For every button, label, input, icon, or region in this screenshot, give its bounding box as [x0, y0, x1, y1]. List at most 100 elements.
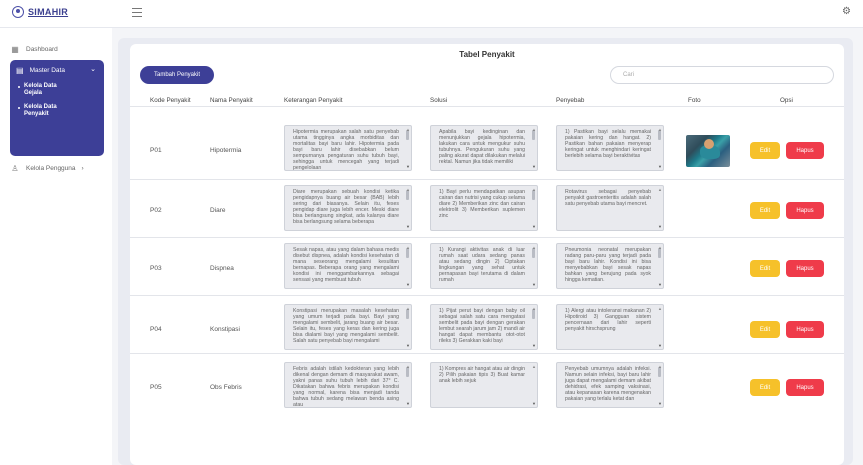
- edit-button[interactable]: Edit: [750, 321, 780, 338]
- main-content: Tabel Penyakit Tambah Penyakit Cari Kode…: [118, 38, 853, 465]
- scroll-down-icon[interactable]: ▼: [532, 164, 536, 170]
- solusi-textarea[interactable]: Apabila bayi kedinginan dan menunjukkan …: [430, 125, 538, 171]
- textarea-text: Penyebab umumnya adalah infeksi. Namun s…: [565, 366, 651, 402]
- scroll-up-icon[interactable]: ▲: [658, 245, 662, 251]
- sidebar: ▦ Dashboard ▤ Master Data ⌄ Kelola Data …: [0, 28, 112, 465]
- nama-cell: Konstipasi: [210, 326, 240, 333]
- scroll-down-icon[interactable]: ▼: [658, 164, 662, 170]
- gear-icon[interactable]: ⚙: [842, 6, 851, 17]
- penyebab-textarea[interactable]: Pneumonia neonatal merupakan radang paru…: [556, 243, 664, 289]
- scroll-up-icon[interactable]: ▲: [532, 245, 536, 251]
- sidebar-item-kelola-gejala[interactable]: Kelola Data Gejala: [18, 83, 64, 97]
- penyebab-textarea[interactable]: 1) Pastikan bayi selalu memakai pakaian …: [556, 125, 664, 171]
- edit-button[interactable]: Edit: [750, 202, 780, 219]
- scroll-up-icon[interactable]: ▲: [406, 187, 410, 193]
- user-icon: ♙: [11, 164, 19, 173]
- edit-button[interactable]: Edit: [750, 260, 780, 277]
- textarea-text: 1) Kurangi aktivitas anak di luar rumah …: [439, 247, 525, 283]
- penyebab-textarea[interactable]: 1) Alergi atau intoleransi makanan 2) Hi…: [556, 304, 664, 350]
- sidebar-item-kelola-pengguna[interactable]: ♙ Kelola Pengguna ›: [10, 164, 84, 173]
- kode-cell: P05: [150, 384, 162, 391]
- scroll-down-icon[interactable]: ▼: [532, 224, 536, 230]
- textarea-text: 1) Pijat perut bayi dengan baby oil seba…: [439, 308, 525, 344]
- scroll-up-icon[interactable]: ▲: [658, 364, 662, 370]
- edit-button[interactable]: Edit: [750, 142, 780, 159]
- delete-button[interactable]: Hapus: [786, 379, 824, 396]
- scroll-up-icon[interactable]: ▲: [658, 187, 662, 193]
- solusi-textarea[interactable]: 1) Bayi perlu mendapatkan asupan cairan …: [430, 185, 538, 231]
- add-penyakit-button[interactable]: Tambah Penyakit: [140, 66, 214, 84]
- scroll-up-icon[interactable]: ▲: [406, 245, 410, 251]
- delete-button[interactable]: Hapus: [786, 202, 824, 219]
- scroll-up-icon[interactable]: ▲: [406, 364, 410, 370]
- scroll-down-icon[interactable]: ▼: [406, 282, 410, 288]
- sidebar-item-kelola-penyakit[interactable]: Kelola Data Penyakit: [18, 104, 64, 118]
- textarea-text: Febris adalah istilah kedokteran yang le…: [293, 366, 399, 408]
- scroll-up-icon[interactable]: ▲: [658, 127, 662, 133]
- scroll-down-icon[interactable]: ▼: [658, 401, 662, 407]
- textarea-text: Apabila bayi kedinginan dan menunjukkan …: [439, 129, 525, 165]
- column-header: Solusi: [430, 97, 448, 104]
- delete-button[interactable]: Hapus: [786, 260, 824, 277]
- delete-button[interactable]: Hapus: [786, 321, 824, 338]
- scroll-down-icon[interactable]: ▼: [658, 282, 662, 288]
- textarea-text: Diare merupakan sebuah kondisi ketika pe…: [293, 189, 399, 225]
- chevron-down-icon[interactable]: ⌄: [90, 65, 96, 73]
- keterangan-textarea[interactable]: Sesak napas, atau yang dalam bahasa medi…: [284, 243, 412, 289]
- scroll-up-icon[interactable]: ▲: [406, 306, 410, 312]
- top-bar: SIMAHIR ⚙: [0, 0, 863, 28]
- delete-button[interactable]: Hapus: [786, 142, 824, 159]
- scroll-down-icon[interactable]: ▼: [406, 164, 410, 170]
- scroll-up-icon[interactable]: ▲: [532, 364, 536, 370]
- textarea-text: 1) Bayi perlu mendapatkan asupan cairan …: [439, 189, 525, 219]
- nama-cell: Dispnea: [210, 265, 234, 272]
- table-row: P04 Konstipasi Konstipasi merupakan masa…: [130, 296, 844, 354]
- table-row: P03 Dispnea Sesak napas, atau yang dalam…: [130, 238, 844, 296]
- solusi-textarea[interactable]: 1) Kompres air hangat atau air dingin 2)…: [430, 362, 538, 408]
- chevron-right-icon: ›: [81, 165, 84, 172]
- scroll-down-icon[interactable]: ▼: [532, 282, 536, 288]
- scroll-down-icon[interactable]: ▼: [532, 343, 536, 349]
- keterangan-textarea[interactable]: Konstipasi merupakan masalah kesehatan y…: [284, 304, 412, 350]
- keterangan-textarea[interactable]: Febris adalah istilah kedokteran yang le…: [284, 362, 412, 408]
- textarea-text: Hipotermia merupakan salah satu penyebab…: [293, 129, 399, 171]
- master-data-header[interactable]: ▤ Master Data: [16, 66, 65, 75]
- scroll-down-icon[interactable]: ▼: [406, 224, 410, 230]
- scroll-up-icon[interactable]: ▲: [658, 306, 662, 312]
- textarea-text: 1) Pastikan bayi selalu memakai pakaian …: [565, 129, 651, 159]
- scroll-down-icon[interactable]: ▼: [532, 401, 536, 407]
- textarea-text: 1) Kompres air hangat atau air dingin 2)…: [439, 366, 525, 384]
- keterangan-textarea[interactable]: Diare merupakan sebuah kondisi ketika pe…: [284, 185, 412, 231]
- scroll-down-icon[interactable]: ▼: [658, 343, 662, 349]
- sidebar-item-dashboard[interactable]: ▦ Dashboard: [10, 45, 58, 54]
- column-header: Nama Penyakit: [210, 97, 253, 104]
- textarea-text: Rotavirus sebagai penyebab penyakit gast…: [565, 189, 651, 207]
- penyebab-textarea[interactable]: Rotavirus sebagai penyebab penyakit gast…: [556, 185, 664, 231]
- keterangan-textarea[interactable]: Hipotermia merupakan salah satu penyebab…: [284, 125, 412, 171]
- scroll-down-icon[interactable]: ▼: [406, 401, 410, 407]
- search-input[interactable]: Cari: [610, 66, 834, 84]
- nama-cell: Hipotermia: [210, 147, 242, 154]
- scroll-down-icon[interactable]: ▼: [406, 343, 410, 349]
- sidebar-item-master-data[interactable]: ▤ Master Data ⌄ Kelola Data Gejala Kelol…: [10, 60, 104, 156]
- solusi-textarea[interactable]: 1) Kurangi aktivitas anak di luar rumah …: [430, 243, 538, 289]
- column-header: Foto: [688, 97, 701, 104]
- solusi-textarea[interactable]: 1) Pijat perut bayi dengan baby oil seba…: [430, 304, 538, 350]
- scroll-up-icon[interactable]: ▲: [532, 187, 536, 193]
- column-header: Keterangan Penyakit: [284, 97, 343, 104]
- column-header: Opsi: [780, 97, 793, 104]
- scroll-down-icon[interactable]: ▼: [658, 224, 662, 230]
- scroll-up-icon[interactable]: ▲: [532, 127, 536, 133]
- scroll-up-icon[interactable]: ▲: [532, 306, 536, 312]
- sidebar-item-label: Kelola Pengguna: [26, 165, 76, 172]
- grid-icon: ▦: [11, 45, 19, 54]
- column-header: Penyebab: [556, 97, 585, 104]
- edit-button[interactable]: Edit: [750, 379, 780, 396]
- scroll-up-icon[interactable]: ▲: [406, 127, 410, 133]
- hamburger-icon[interactable]: [132, 8, 142, 17]
- header-divider: [130, 106, 844, 107]
- penyakit-photo: [686, 135, 730, 167]
- brand[interactable]: SIMAHIR: [12, 6, 68, 18]
- penyebab-textarea[interactable]: Penyebab umumnya adalah infeksi. Namun s…: [556, 362, 664, 408]
- logo-icon: [12, 6, 24, 18]
